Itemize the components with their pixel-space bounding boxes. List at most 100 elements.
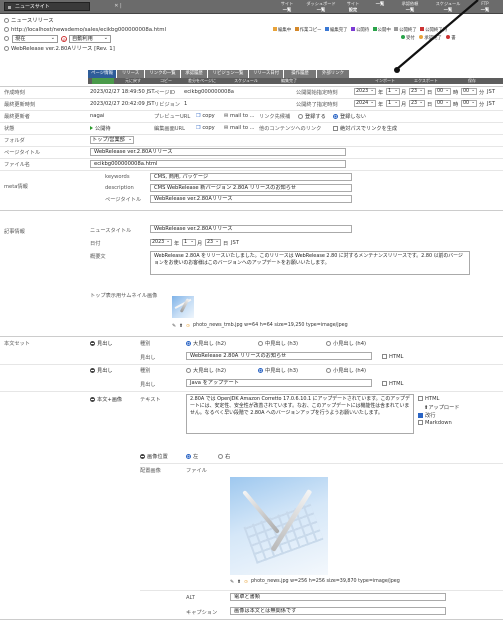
publish-end-hour[interactable]: 00	[435, 100, 451, 107]
summary-value: WebRelease 2.80A をリリースいたしました。このリリースは Web…	[154, 253, 463, 266]
edit-copy-button[interactable]: ❐ copy	[196, 125, 215, 131]
version-select[interactable]: 現在	[12, 35, 58, 43]
action-copy[interactable]: コピー	[154, 78, 178, 84]
h3-label: 中見出し (h3)	[265, 368, 299, 374]
folder-select[interactable]: トップ/営業部	[90, 136, 134, 144]
text-html-checkbox[interactable]: HTML	[418, 396, 439, 402]
nav-dashboard[interactable]: ダッシュボード 一覧	[303, 0, 339, 14]
newline-checkbox[interactable]: 改行	[418, 412, 435, 419]
upload-icon[interactable]: ⬆	[237, 580, 242, 585]
tab-operation-history[interactable]: 操作履歴	[284, 70, 316, 78]
edit-mail-button[interactable]: ✉ mail to ...	[224, 125, 255, 131]
action-save[interactable]: 保存	[454, 78, 490, 84]
status-badge: 公開待	[90, 125, 111, 132]
edit-icon[interactable]: ✎	[172, 324, 177, 329]
keywords-input[interactable]: CMS, 商用, パッケージ	[150, 173, 352, 181]
meta-page-title-input[interactable]: WebRelease ver.2.80Aリリース	[150, 195, 352, 203]
action-export[interactable]: エクスポート	[406, 78, 446, 84]
register-radio[interactable]: 登録する	[298, 113, 326, 120]
action-green[interactable]	[92, 78, 114, 84]
remove-icon[interactable]	[140, 454, 145, 459]
heading-2-html-checkbox[interactable]: HTML	[382, 381, 403, 387]
nav-schedule[interactable]: スケジュール 一覧	[428, 0, 468, 14]
preview-mail-button[interactable]: ✉ mail to ...	[224, 113, 255, 119]
autosave-select[interactable]: 自動利用	[69, 35, 111, 43]
action-schedule[interactable]: スケジュール	[226, 78, 266, 84]
right-radio[interactable]: 右	[218, 453, 230, 460]
alt-input[interactable]: 電卓と書類	[230, 593, 446, 601]
article-date-month[interactable]: 1	[182, 239, 196, 246]
nav-site-settings[interactable]: サイト 設定	[339, 0, 367, 14]
caption-input[interactable]: 画像は本文とは無関係です	[230, 607, 446, 615]
summary-textarea[interactable]: WebRelease 2.80A をリリースいたしました。このリリースは Web…	[150, 251, 470, 275]
page-url[interactable]: http://localhost/newsdemo/sales/ecikbg00…	[11, 27, 166, 33]
tab-release[interactable]: リリース	[117, 70, 144, 78]
description-value: CMS WebRelease 新バージョン 2.80A リリースのお知らせ	[154, 185, 297, 191]
stop-icon[interactable]: ⊘	[61, 36, 67, 42]
tab-revisions[interactable]: リビジョン一覧	[208, 70, 248, 78]
preview-copy-button[interactable]: ❐ copy	[196, 113, 215, 119]
tab-external-links[interactable]: 外部リンク	[317, 70, 349, 78]
publish-start-day[interactable]: 23	[409, 88, 425, 95]
upload-icon[interactable]: ⬆	[179, 324, 184, 329]
nav-label: サイト	[280, 1, 294, 6]
tab-approval-history[interactable]: 承認履歴	[181, 70, 207, 78]
body-textarea[interactable]: 2.80A では OpenJDK Amazon Corretto 17.0.6.…	[186, 394, 414, 434]
h4-label: 小見出し (h4)	[333, 341, 367, 347]
remove-icon[interactable]	[90, 368, 95, 373]
publish-end-day[interactable]: 23	[409, 100, 425, 107]
action-revert[interactable]: 元に戻す	[118, 78, 148, 84]
h3-radio[interactable]: 中見出し (h3)	[258, 367, 298, 374]
site-selector[interactable]: ニュースサイト	[4, 2, 90, 11]
delete-icon[interactable]: ⊙	[186, 324, 191, 329]
publish-end-minute[interactable]: 00	[461, 100, 477, 107]
hour-unit: 時	[453, 90, 459, 96]
left-radio[interactable]: 左	[186, 453, 198, 460]
publish-end-month[interactable]: 1	[386, 100, 400, 107]
nav-approval[interactable]: 承認依頼 一覧	[393, 0, 427, 14]
article-date-day[interactable]: 23	[205, 239, 221, 246]
tab-page-info[interactable]: ページ情報	[88, 70, 116, 78]
news-title-input[interactable]: WebRelease ver.2.80Aリリース	[150, 225, 352, 233]
heading-1-html-checkbox[interactable]: HTML	[382, 354, 403, 360]
nav-list[interactable]: 一覧	[367, 0, 393, 14]
nav-sites[interactable]: サイト 一覧	[272, 0, 302, 14]
action-diff[interactable]: 差分をページに	[182, 78, 222, 84]
heading-2-input[interactable]: Java をアップデート	[186, 379, 372, 387]
filename-input[interactable]: ecikbg000000008a.html	[90, 160, 346, 168]
description-input[interactable]: CMS WebRelease 新バージョン 2.80A リリースのお知らせ	[150, 184, 352, 192]
page-title-input[interactable]: WebRelease ver.2.80Aリリース	[90, 148, 346, 156]
remove-icon[interactable]	[90, 397, 95, 402]
action-label: 保存	[468, 78, 476, 83]
action-import[interactable]: インポート	[368, 78, 402, 84]
h4-radio[interactable]: 小見出し (h4)	[326, 340, 366, 347]
article-date-year[interactable]: 2023	[150, 239, 172, 246]
close-icon[interactable]: ✕ |	[112, 2, 124, 11]
markdown-checkbox[interactable]: Markdown	[418, 420, 452, 426]
h2-radio[interactable]: 大見出し (h2)	[186, 340, 226, 347]
publish-start-month[interactable]: 1	[386, 88, 400, 95]
body-image[interactable]	[230, 477, 328, 575]
publish-start-hour[interactable]: 00	[435, 88, 451, 95]
absolute-path-checkbox[interactable]: 絶対パスでリンクを生成	[333, 125, 397, 132]
filename-value: ecikbg000000008a.html	[94, 161, 158, 167]
edit-icon[interactable]: ✎	[230, 580, 235, 585]
action-label: スケジュール	[234, 78, 258, 83]
remove-icon[interactable]	[90, 341, 95, 346]
tab-links[interactable]: リンクの一覧	[145, 70, 180, 78]
heading-1-input[interactable]: WebRelease 2.80A リリースのお知らせ	[186, 352, 372, 360]
h2-radio[interactable]: 大見出し (h2)	[186, 367, 226, 374]
h4-radio[interactable]: 小見出し (h4)	[326, 367, 366, 374]
no-register-radio[interactable]: 登録しない	[333, 113, 366, 120]
action-edit-done[interactable]: 編集完了	[270, 78, 308, 84]
publish-start-minute[interactable]: 00	[461, 88, 477, 95]
delete-icon[interactable]: ⊙	[244, 580, 249, 585]
thumbnail-image[interactable]	[172, 296, 194, 318]
tab-release-date[interactable]: リリース日付	[249, 70, 283, 78]
upload-button[interactable]: ⬆アップロード	[424, 404, 460, 411]
publish-end-year[interactable]: 2024	[354, 100, 376, 107]
h3-radio[interactable]: 中見出し (h3)	[258, 340, 298, 347]
publish-start-year[interactable]: 2023	[354, 88, 376, 95]
nav-ftp[interactable]: FTP 一覧	[470, 0, 500, 14]
keywords-label: keywords	[105, 174, 130, 180]
